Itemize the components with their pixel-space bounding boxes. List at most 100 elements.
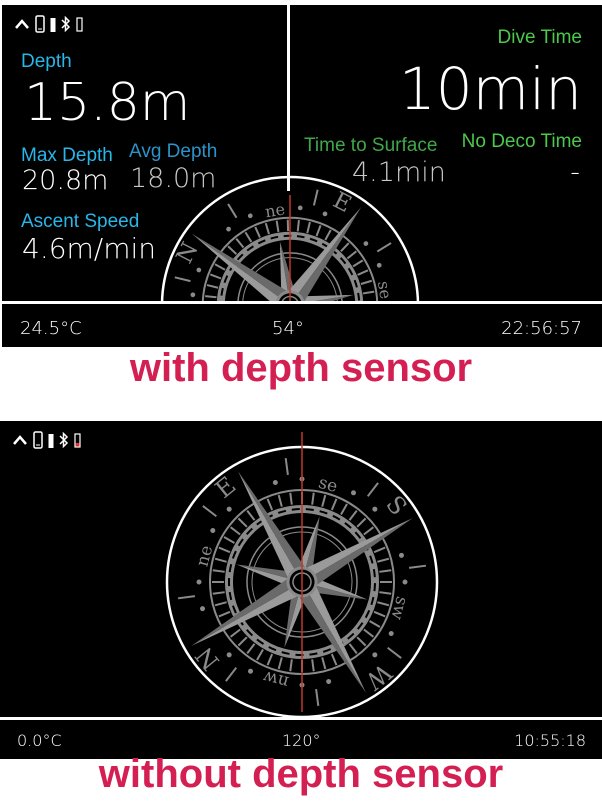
dive-time-value: 10min (398, 55, 582, 123)
footer-divider (2, 301, 602, 304)
compass-intercardinal-sw: sw (386, 594, 411, 622)
compass-tick (379, 591, 392, 595)
compass-tick (356, 636, 367, 647)
compass-dot (190, 292, 196, 298)
dive-screen-without-depth: N E S Wne se sw nw 0.0°C 120° 10:55:18 (0, 421, 602, 759)
compass-tick (286, 219, 290, 232)
max-depth-label: Max Depth (21, 145, 113, 166)
compass-tick (223, 536, 235, 544)
compass-tick (306, 221, 311, 234)
compass-tick (362, 290, 375, 295)
heading: 54° (272, 318, 304, 339)
compass: NESWneseswnw (160, 175, 420, 303)
compass-tick (237, 636, 248, 647)
compass-tick (321, 657, 327, 670)
compass-dot (372, 506, 378, 512)
compass-tick (321, 494, 327, 507)
compass-cardinal-e: E (329, 187, 356, 218)
compass-tick (296, 220, 300, 232)
compass-dot (363, 241, 369, 246)
compass-cardinal-e: E (210, 471, 241, 504)
compass-tick (209, 273, 222, 280)
phone-icon (35, 15, 45, 33)
caption-without-depth: without depth sensor (98, 752, 504, 796)
compass-tick (289, 492, 293, 505)
compass-mark (202, 505, 217, 518)
compass-tick (218, 546, 231, 554)
compass-dot (322, 211, 328, 217)
compass-dot (247, 213, 253, 219)
compass-tick (214, 557, 227, 563)
dive-time-label: Dive Time (497, 27, 582, 48)
max-depth-value: 20.8m (22, 165, 109, 196)
compass-tick (289, 659, 293, 672)
compass-dot (326, 678, 332, 684)
battery-icon (76, 17, 83, 32)
compass-tick (348, 509, 358, 521)
compass-mark (227, 203, 238, 219)
compass-tick (311, 492, 315, 505)
compass-tick (214, 263, 226, 271)
compass-dot (226, 226, 231, 232)
compass-tick (330, 653, 338, 666)
compass-tick (356, 517, 367, 528)
avg-depth-label: Avg Depth (129, 141, 218, 162)
compass-dot (398, 552, 404, 558)
compass-tick (235, 238, 245, 249)
compass-intercardinal-ne: ne (264, 199, 287, 221)
compass-dot (210, 527, 216, 533)
compass-tick (277, 657, 283, 670)
compass-mark (284, 457, 289, 476)
compass-tick (211, 581, 224, 584)
compass-mark (387, 646, 402, 659)
compass-tick (346, 250, 357, 260)
compass-tick (357, 269, 369, 276)
compass-dot (376, 262, 382, 268)
compass-dot (226, 652, 232, 658)
compass-tick (246, 643, 256, 655)
panel-divider (287, 5, 290, 191)
compass-tick (229, 526, 241, 536)
compass-tick (373, 546, 386, 554)
depth-value: 15.8m (24, 73, 191, 133)
compass-tick (277, 494, 283, 507)
compass-tick (324, 229, 332, 241)
compass-tick (340, 242, 350, 253)
compass-tick (246, 509, 256, 521)
no-deco-time-label: No Deco Time (461, 131, 582, 152)
phone-battery-icon (50, 18, 56, 32)
compass-tick (275, 220, 280, 233)
clock: 22:56:57 (501, 318, 582, 339)
compass-cardinal-n: N (190, 641, 225, 675)
compass-dot (402, 579, 408, 585)
heading: 120° (282, 731, 321, 750)
compass-major-point (281, 206, 362, 303)
compass-tick (315, 224, 322, 237)
compass-mark (315, 688, 320, 707)
compass-tick (340, 503, 348, 515)
compass-tick (254, 226, 261, 238)
compass-dot (297, 205, 303, 211)
compass-tick (348, 643, 358, 655)
compass-tick (266, 653, 274, 666)
compass-cardinal-w: W (360, 658, 397, 695)
ascent-speed-value: 4.6m/min (22, 232, 157, 265)
compass-tick (379, 569, 392, 573)
compass-dot (272, 480, 278, 486)
compass-mark (312, 189, 319, 206)
compass-tick (214, 601, 227, 607)
time-to-surface-label: Time to Surface (304, 135, 438, 156)
compass-mark (408, 564, 427, 569)
compass-tick (352, 259, 364, 268)
compass-mark (376, 242, 392, 253)
compass-mark (366, 482, 379, 497)
compass-tick (373, 610, 386, 618)
compass-dot (200, 606, 206, 612)
chevron-up-icon[interactable] (14, 17, 30, 31)
clock: 10:55:18 (514, 731, 586, 750)
compass-tick (380, 580, 392, 584)
bluetooth-icon (61, 15, 71, 33)
compass-tick (256, 649, 264, 661)
compass-tick (244, 231, 253, 243)
compass-tick (264, 222, 270, 235)
